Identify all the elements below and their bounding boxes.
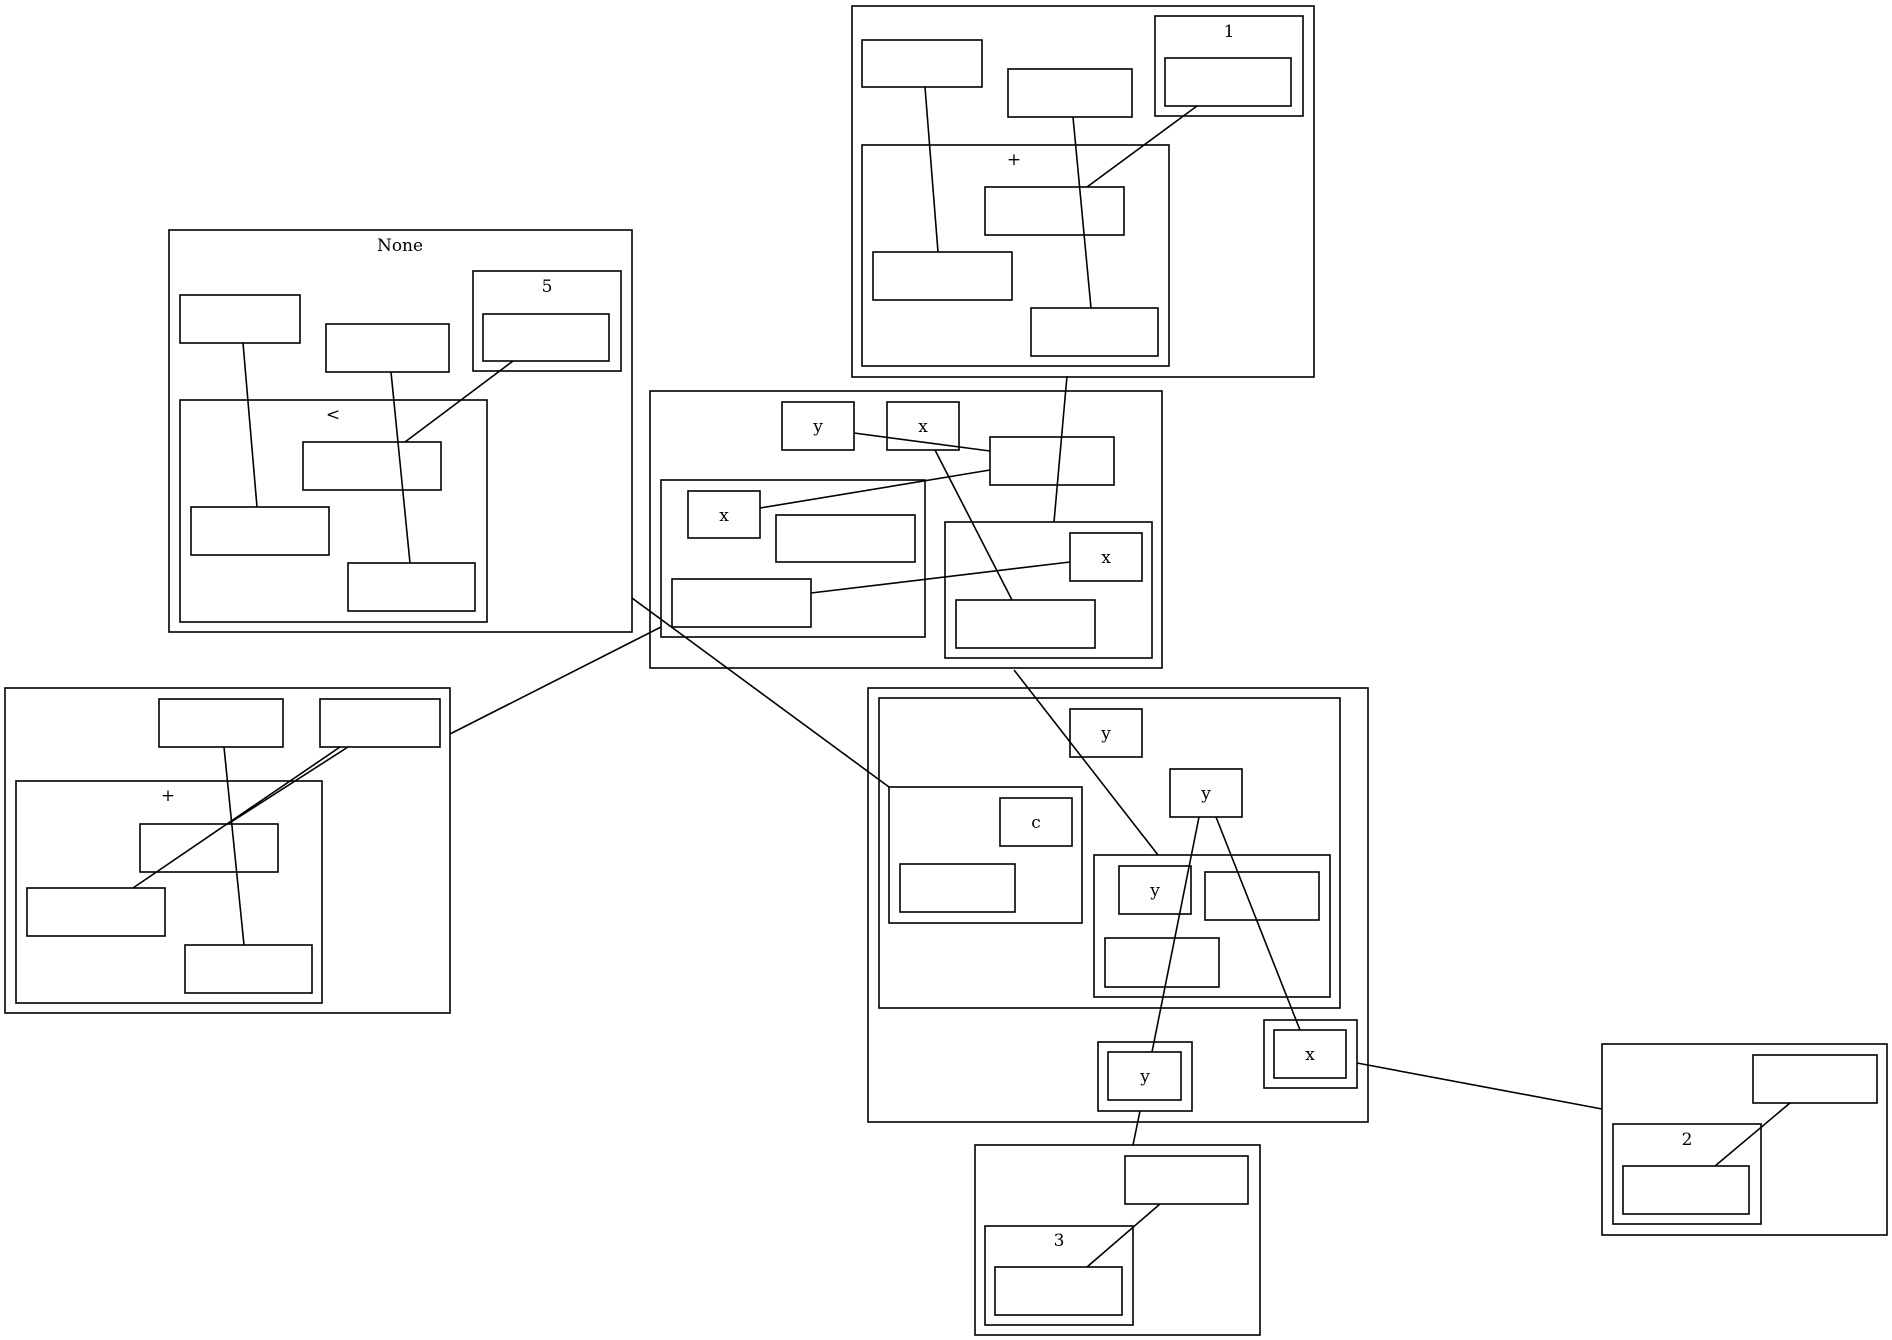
subcluster-plus-left-frame [15, 780, 323, 1004]
node-box [984, 186, 1125, 236]
node-y-label: y [1149, 881, 1160, 901]
node-box [325, 323, 450, 373]
node-c-label: c [1031, 813, 1041, 833]
node-box [1104, 937, 1220, 988]
edge [1151, 816, 1200, 1053]
cluster-none: None 5 < [168, 229, 633, 633]
diagram: None 5 < 1 + y x x x + y y c y y x 3 2 [4, 5, 1888, 1336]
edge [449, 626, 662, 735]
edge [404, 360, 514, 443]
cluster-none-label: None [377, 236, 423, 256]
cluster-top-frame [851, 5, 1315, 378]
node-box [955, 599, 1096, 649]
node-y-label: y [1200, 784, 1211, 804]
edge [1132, 1110, 1141, 1146]
node-box [861, 39, 983, 88]
edges [132, 86, 1791, 1268]
cluster-two: 2 [1601, 1043, 1888, 1236]
node-box [347, 562, 476, 612]
subcluster-1-label: 1 [1224, 22, 1235, 42]
node-x-label: x [1305, 1045, 1315, 1065]
cluster-none-frame [168, 229, 633, 633]
node-box [302, 441, 442, 491]
cluster-lower: y y c y y x [867, 687, 1369, 1123]
node-box [184, 944, 313, 994]
node-box [1752, 1054, 1878, 1104]
edge [1356, 1062, 1603, 1110]
node-box [1622, 1165, 1750, 1215]
node-box [158, 698, 284, 748]
node-box [989, 436, 1115, 486]
subcluster-center-left-frame [660, 479, 926, 638]
node-box [994, 1266, 1123, 1316]
edge [242, 342, 258, 508]
edge [1086, 105, 1198, 188]
node-box [671, 578, 812, 628]
node-box [1164, 57, 1292, 107]
cluster-left: + [4, 687, 451, 1014]
node-y-label: y [1139, 1067, 1150, 1087]
subcluster-lt-frame [179, 399, 488, 623]
node-x-label: x [1101, 548, 1111, 568]
edge [227, 746, 349, 825]
node-x-label: x [918, 417, 928, 437]
subcluster-lt-label: < [326, 405, 340, 425]
node-box [1204, 871, 1320, 921]
node-box [775, 514, 916, 563]
cluster-two-frame [1601, 1043, 1888, 1236]
node-box [899, 863, 1016, 913]
node-box [179, 294, 301, 344]
edge [924, 86, 939, 253]
edge [1714, 1102, 1791, 1167]
edge [1215, 816, 1301, 1031]
node-box [1030, 307, 1159, 357]
node-box [139, 823, 279, 873]
subcluster-plus-top-label: + [1007, 150, 1021, 170]
node-box [190, 506, 330, 556]
node-box [1124, 1155, 1249, 1205]
cluster-center: y x x x [649, 390, 1163, 669]
subcluster-lower-inner-frame [878, 697, 1341, 1009]
subcluster-y-frame [1093, 854, 1331, 998]
node-box [482, 313, 610, 362]
edge [1053, 375, 1068, 523]
subcluster-c-frame [888, 786, 1083, 924]
subcluster-3-label: 3 [1054, 1231, 1065, 1251]
subcluster-plus-top-frame [861, 144, 1170, 367]
subcluster-plus-left-label: + [161, 786, 175, 806]
cluster-top: 1 + [851, 5, 1315, 378]
subcluster-center-right-frame [944, 521, 1153, 659]
edge [810, 561, 1071, 594]
node-y-label: y [812, 417, 823, 437]
node-box [1007, 68, 1133, 118]
cluster-lower-frame [867, 687, 1369, 1123]
node-box [872, 251, 1013, 301]
node-box [319, 698, 441, 748]
node-y-label: y [1100, 724, 1111, 744]
node-box [26, 887, 166, 937]
node-x-label: x [719, 506, 729, 526]
edge [1086, 1203, 1161, 1268]
subcluster-2-label: 2 [1682, 1130, 1693, 1150]
cluster-left-frame [4, 687, 451, 1014]
edge [223, 746, 245, 946]
subcluster-5-label: 5 [542, 277, 553, 297]
